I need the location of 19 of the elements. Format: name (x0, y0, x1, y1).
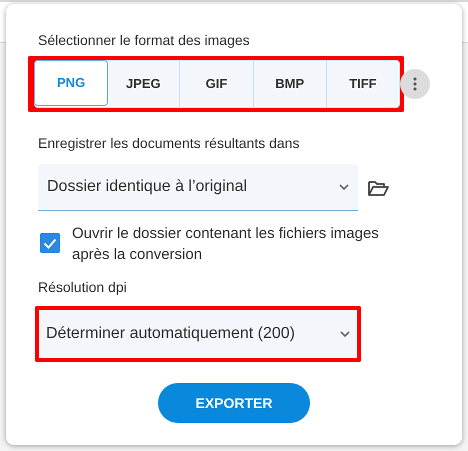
chevron-down-icon (339, 184, 349, 190)
checkbox[interactable] (40, 233, 60, 253)
more-vertical-icon (413, 77, 417, 91)
folder-select[interactable]: Dossier identique à l’original (38, 164, 358, 211)
section-label: Résolution dpi (38, 279, 128, 295)
section-label: Sélectionner le format des images (38, 32, 251, 48)
section-label: Enregistrer les documents résultants dans (38, 135, 300, 151)
more-options-button[interactable] (400, 69, 430, 99)
dpi-select[interactable]: Déterminer automatiquement (200) (39, 310, 357, 358)
format-tab[interactable]: TIFF (326, 61, 400, 107)
format-tab[interactable]: PNG (34, 60, 108, 106)
checkmark-icon (43, 238, 57, 248)
folder-icon[interactable] (368, 180, 389, 196)
checkbox-label: Ouvrir le dossier contenant les fichiers images après la conversion (72, 224, 380, 265)
format-tab[interactable]: GIF (179, 61, 253, 107)
chevron-down-icon (340, 331, 350, 337)
export-button[interactable]: EXPORTER (158, 383, 310, 423)
format-tab[interactable]: BMP (252, 61, 326, 107)
format-tab[interactable]: JPEG (107, 61, 180, 107)
